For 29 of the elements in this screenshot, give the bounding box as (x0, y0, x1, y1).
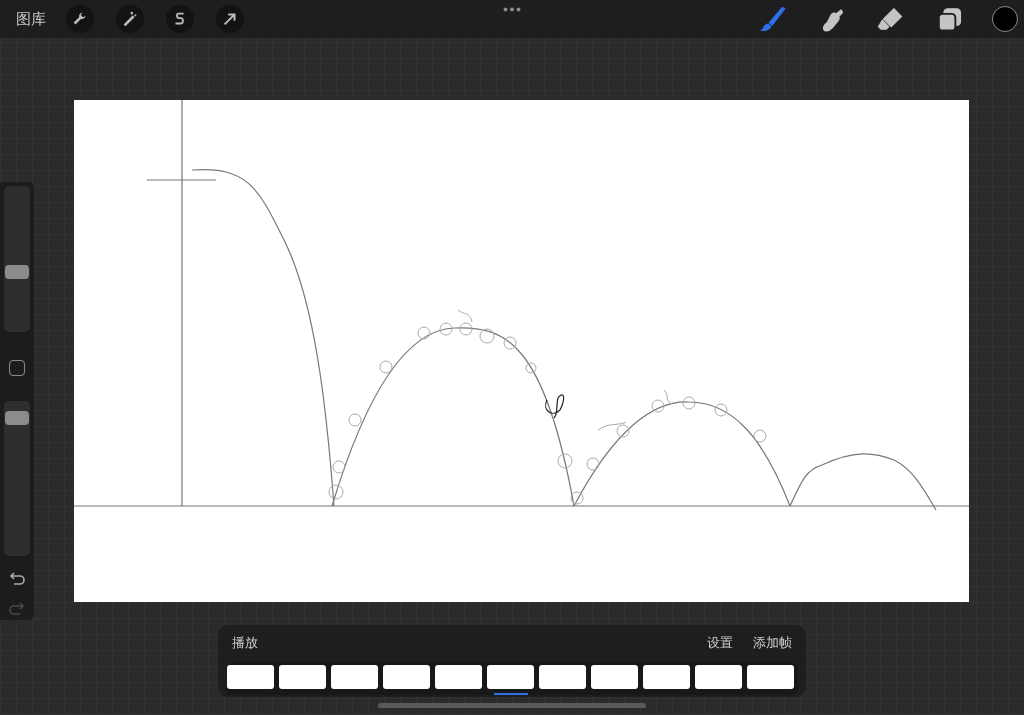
tool-button[interactable] (116, 5, 144, 33)
add-frame-button[interactable]: 添加帧 (753, 634, 792, 652)
frame-thumbnail[interactable] (539, 665, 586, 689)
frame-thumbnail[interactable] (331, 665, 378, 689)
slider-thumb[interactable] (5, 265, 29, 280)
frame-thumbnail[interactable] (279, 665, 326, 689)
frame-thumbnail[interactable] (695, 665, 742, 689)
magic-wand-icon (121, 10, 139, 28)
frame-thumbnail[interactable] (383, 665, 430, 689)
frame-thumbnail[interactable] (747, 665, 794, 689)
frame-thumbnail[interactable] (591, 665, 638, 689)
slider-track[interactable] (4, 401, 30, 556)
settings-button[interactable]: 设置 (707, 634, 733, 652)
tool-button[interactable] (66, 5, 94, 33)
tool-button[interactable] (166, 5, 194, 33)
slider-track[interactable] (4, 186, 30, 332)
gallery-button[interactable]: 图库 (16, 9, 46, 29)
brush-icon[interactable] (758, 5, 786, 33)
more-icon[interactable] (503, 7, 521, 12)
modify-button[interactable] (9, 360, 25, 376)
play-button[interactable]: 播放 (232, 634, 258, 652)
slider-thumb[interactable] (5, 410, 29, 425)
tool-button[interactable] (216, 5, 244, 33)
color-swatch[interactable] (992, 6, 1018, 32)
frame-thumbnail[interactable] (643, 665, 690, 689)
eraser-icon[interactable] (876, 5, 904, 33)
frame-thumbnail[interactable] (487, 665, 534, 689)
frame-thumbnail[interactable] (435, 665, 482, 689)
frame-thumbnail[interactable] (227, 665, 274, 689)
